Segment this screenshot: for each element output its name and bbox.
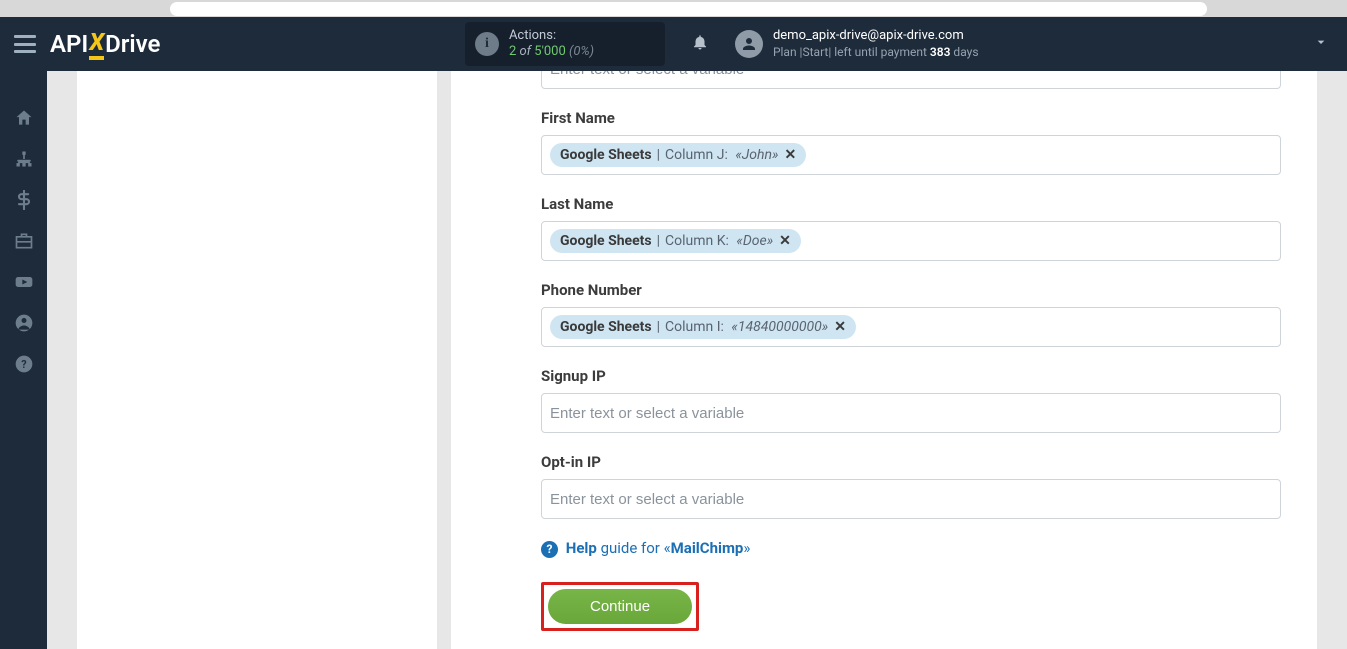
user-plan: Plan |Start| left until payment 383 days [773,44,979,60]
sidebar-briefcase-icon[interactable] [0,220,47,261]
input-top-text[interactable] [550,71,1272,83]
actions-label: Actions: [509,28,594,44]
logo-part2: X [89,28,104,60]
main: First Name Google Sheets|Column J: «John… [47,71,1347,649]
chip-phone[interactable]: Google Sheets|Column I: «14840000000»✕ [550,315,856,339]
field-signup-ip: Signup IP [541,367,1281,433]
menu-icon[interactable] [14,35,36,53]
sidebar: ? [0,71,47,649]
actions-of: of [519,44,531,59]
chip-close-icon[interactable]: ✕ [784,147,796,163]
left-panel [77,71,437,649]
field-last-name: Last Name Google Sheets|Column K: «Doe»✕ [541,195,1281,261]
chip-close-icon[interactable]: ✕ [834,319,846,335]
input-first-name[interactable]: Google Sheets|Column J: «John»✕ [541,135,1281,175]
field-phone: Phone Number Google Sheets|Column I: «14… [541,281,1281,347]
actions-count: 2 [509,44,516,59]
logo[interactable]: APIXDrive [50,28,160,60]
field-top [541,71,1281,89]
avatar-icon [735,30,763,58]
sidebar-youtube-icon[interactable] [0,261,47,302]
chip-first-name[interactable]: Google Sheets|Column J: «John»✕ [550,143,806,167]
actions-limit: 5'000 [534,44,566,59]
input-optin-ip-text[interactable] [550,485,1272,513]
bell-icon[interactable] [691,33,709,56]
url-bar[interactable] [170,2,1207,16]
logo-part1: API [50,30,88,58]
continue-button[interactable]: Continue [548,589,692,624]
input-last-name[interactable]: Google Sheets|Column K: «Doe»✕ [541,221,1281,261]
chip-last-name[interactable]: Google Sheets|Column K: «Doe»✕ [550,229,801,253]
help-icon: ? [541,541,558,558]
input-top[interactable] [541,71,1281,89]
input-optin-ip[interactable] [541,479,1281,519]
label-first-name: First Name [541,109,1281,127]
info-icon: i [475,32,499,56]
chip-close-icon[interactable]: ✕ [779,233,791,249]
label-signup-ip: Signup IP [541,367,1281,385]
logo-part3: Drive [105,30,160,58]
help-link[interactable]: ? Help guide for «MailChimp» [541,539,1281,558]
actions-box[interactable]: i Actions: 2 of 5'000 (0%) [465,22,665,66]
browser-chrome [0,0,1347,17]
user-email: demo_apix-drive@apix-drive.com [773,28,979,44]
field-optin-ip: Opt-in IP [541,453,1281,519]
form-panel: First Name Google Sheets|Column J: «John… [451,71,1317,649]
sidebar-sitemap-icon[interactable] [0,138,47,179]
sidebar-home-icon[interactable] [0,97,47,138]
input-signup-ip-text[interactable] [550,399,1272,427]
actions-pct: (0%) [569,44,594,59]
sidebar-help-icon[interactable]: ? [0,343,47,384]
label-phone: Phone Number [541,281,1281,299]
field-first-name: First Name Google Sheets|Column J: «John… [541,109,1281,175]
sidebar-user-icon[interactable] [0,302,47,343]
sidebar-dollar-icon[interactable] [0,179,47,220]
svg-text:?: ? [21,358,26,371]
input-phone[interactable]: Google Sheets|Column I: «14840000000»✕ [541,307,1281,347]
label-last-name: Last Name [541,195,1281,213]
chevron-down-icon[interactable] [1283,34,1329,54]
input-signup-ip[interactable] [541,393,1281,433]
topbar: APIXDrive i Actions: 2 of 5'000 (0%) dem… [0,17,1347,71]
label-optin-ip: Opt-in IP [541,453,1281,471]
user-block[interactable]: demo_apix-drive@apix-drive.com Plan |Sta… [735,28,979,60]
continue-highlight: Continue [541,582,699,631]
